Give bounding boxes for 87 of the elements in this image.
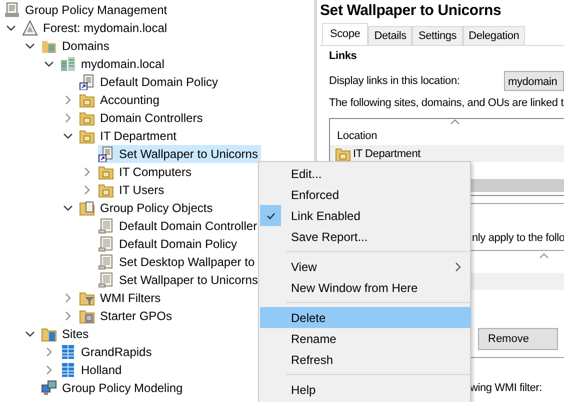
chevron-right-icon[interactable] <box>63 95 73 105</box>
tab[interactable]: Scope <box>322 23 368 45</box>
chevron-down-icon[interactable] <box>63 203 73 213</box>
chevron-right-icon[interactable] <box>44 347 54 357</box>
location-column-header[interactable]: Location <box>330 127 564 145</box>
menu-item[interactable]: Delete <box>260 307 471 328</box>
tree-item[interactable]: Domain Controllers <box>79 109 206 127</box>
tree-item[interactable]: Set Wallpaper to Unicorns <box>98 271 261 289</box>
tree-item[interactable]: Group Policy Objects <box>79 199 216 217</box>
building-icon <box>60 362 76 378</box>
remove-button[interactable]: Remove <box>478 328 558 350</box>
tree-item[interactable]: IT Department <box>79 127 180 145</box>
tree-item[interactable]: Accounting <box>79 91 162 109</box>
location-dropdown[interactable]: mydomain <box>504 71 564 91</box>
tab[interactable]: Details <box>368 26 412 45</box>
table-row[interactable]: IT Department <box>330 145 564 162</box>
folder-building-icon <box>41 326 57 342</box>
folder-scroll-icon <box>79 200 95 216</box>
chevron-down-icon[interactable] <box>6 23 16 33</box>
tree-item[interactable]: IT Computers <box>98 163 194 181</box>
menu-item[interactable]: View <box>260 256 471 277</box>
chevron-down-icon[interactable] <box>25 41 35 51</box>
filter-description: nly apply to the follo <box>472 232 564 246</box>
triangle-icon <box>22 20 38 36</box>
folder-icon <box>98 182 114 198</box>
links-heading: Links <box>329 50 358 64</box>
menu-item[interactable]: Edit... <box>260 163 471 184</box>
chevron-right-icon[interactable] <box>63 113 73 123</box>
display-label: Display links in this location: <box>329 75 460 87</box>
chevron-right-icon[interactable] <box>82 185 92 195</box>
tree-item[interactable]: Sites <box>41 325 92 343</box>
tree-item[interactable]: Group Policy Management <box>4 1 170 19</box>
linked-scroll-icon <box>79 74 95 90</box>
folder-server-icon <box>41 38 57 54</box>
chevron-right-icon <box>455 262 461 272</box>
menu-item[interactable]: Link Enabled <box>260 205 471 226</box>
tree-item[interactable]: Set Desktop Wallpaper to <box>98 253 258 271</box>
tab[interactable]: Delegation <box>462 26 526 45</box>
tree-item[interactable]: GrandRapids <box>60 343 155 361</box>
menu-item[interactable]: New Window from Here <box>260 277 471 298</box>
sort-caret-icon[interactable] <box>539 253 549 259</box>
folder-icon <box>79 92 95 108</box>
folder-icon <box>79 110 95 126</box>
tree-item[interactable]: Set Wallpaper to Unicorns <box>98 145 261 163</box>
menu-item[interactable]: Help <box>260 379 471 400</box>
folder-icon <box>79 128 95 144</box>
chevron-right-icon[interactable] <box>63 311 73 321</box>
folder-document-icon <box>79 308 95 324</box>
checkmark-icon <box>266 210 276 220</box>
tree-item[interactable]: Default Domain Controller <box>98 217 260 235</box>
tree-item[interactable]: Default Domain Policy <box>98 235 240 253</box>
tree-item[interactable]: IT Users <box>98 181 168 199</box>
tree-item[interactable]: Holland <box>60 361 125 379</box>
tree-item[interactable]: WMI Filters <box>79 289 164 307</box>
folder-icon <box>98 164 114 180</box>
linked-scroll-icon <box>98 146 114 162</box>
chevron-down-icon[interactable] <box>44 59 54 69</box>
chevron-right-icon[interactable] <box>44 365 54 375</box>
menu-item[interactable]: Save Report... <box>260 226 471 247</box>
menu-item[interactable]: Rename <box>260 328 471 349</box>
tree-item[interactable]: Forest: mydomain.local <box>22 19 170 37</box>
chevron-down-icon[interactable] <box>63 131 73 141</box>
computers-icon <box>41 380 57 396</box>
folder-filter-icon <box>79 290 95 306</box>
sort-caret-icon[interactable] <box>450 119 460 125</box>
scroll-icon <box>98 254 114 270</box>
tree-item[interactable]: Domains <box>41 37 112 55</box>
scroll-icon <box>98 272 114 288</box>
building-icon <box>60 344 76 360</box>
chevron-right-icon[interactable] <box>82 167 92 177</box>
tree-item[interactable]: Default Domain Policy <box>79 73 222 91</box>
tree-item[interactable]: Starter GPOs <box>79 307 176 325</box>
scroll-icon <box>4 2 20 18</box>
chevron-right-icon[interactable] <box>63 293 73 303</box>
tree-item[interactable]: mydomain.local <box>60 55 168 73</box>
policy-title: Set Wallpaper to Unicorns <box>320 1 502 21</box>
folder-icon <box>335 146 351 162</box>
tree-item[interactable]: Group Policy Modeling <box>41 379 186 397</box>
menu-item[interactable]: Refresh <box>260 349 471 370</box>
tab[interactable]: Settings <box>412 26 463 45</box>
menu-item[interactable]: Enforced <box>260 184 471 205</box>
chevron-down-icon[interactable] <box>25 329 35 339</box>
scroll-icon <box>98 218 114 234</box>
linked-description: The following sites, domains, and OUs are linked t <box>329 97 564 111</box>
wmi-description: wing WMI filter: <box>470 382 542 394</box>
scroll-icon <box>98 236 114 252</box>
servers-icon <box>60 56 76 72</box>
